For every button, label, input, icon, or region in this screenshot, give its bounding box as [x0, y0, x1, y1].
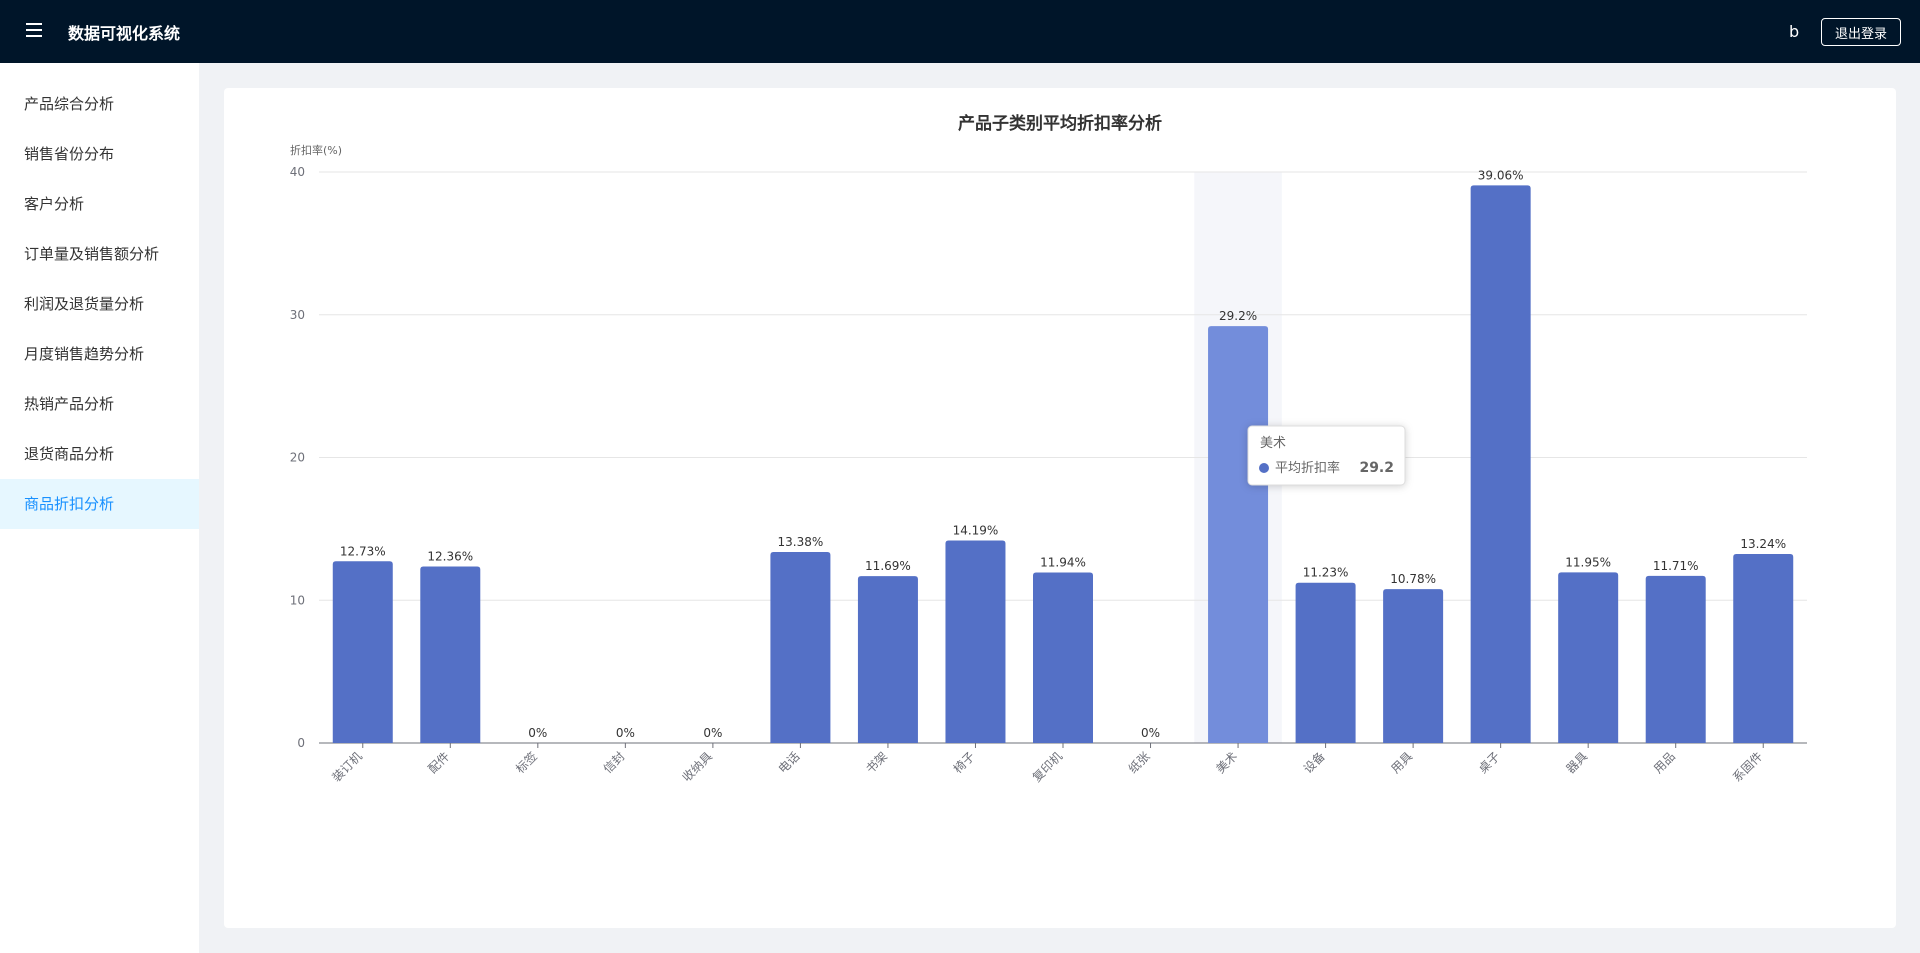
y-tick-label: 30 [290, 308, 305, 322]
sidebar-item-province-sales[interactable]: 销售省份分布 [0, 129, 199, 179]
sidebar-item-monthly-trend[interactable]: 月度销售趋势分析 [0, 329, 199, 379]
sidebar: 产品综合分析 销售省份分布 客户分析 订单量及销售额分析 利润及退货量分析 月度… [0, 63, 199, 953]
bar[interactable] [945, 540, 1006, 743]
data-label: 13.38% [778, 535, 824, 549]
x-tick-label: 器具 [1563, 749, 1590, 776]
x-tick-label: 用品 [1651, 749, 1678, 776]
tooltip-category: 美术 [1260, 436, 1286, 451]
data-label: 12.73% [340, 544, 386, 558]
data-label: 12.36% [427, 550, 473, 564]
bar[interactable] [1733, 553, 1794, 743]
x-tick-label: 收纳具 [680, 749, 715, 784]
bar[interactable] [857, 576, 918, 743]
sidebar-item-orders-sales[interactable]: 订单量及销售额分析 [0, 229, 199, 279]
x-tick-label: 标签 [512, 749, 540, 777]
x-tick-label: 椅子 [951, 749, 978, 776]
x-tick-label: 信封 [601, 749, 628, 776]
x-tick-label: 装订机 [330, 749, 365, 784]
data-label: 11.71% [1653, 559, 1699, 573]
data-label: 10.78% [1390, 572, 1436, 586]
bar[interactable] [1645, 575, 1706, 743]
bar[interactable] [420, 566, 481, 743]
x-tick-label: 美术 [1213, 749, 1240, 776]
data-label: 14.19% [953, 523, 999, 537]
bar[interactable] [332, 561, 393, 743]
data-label: 0% [1141, 726, 1160, 740]
tooltip-series-marker [1259, 463, 1269, 473]
bar[interactable] [1383, 589, 1444, 743]
chart-card: 产品子类别平均折扣率分析折扣率(%) 0 10 20 30 40 12.73% 装订机 12.3… [224, 88, 1896, 928]
y-axis-label: 折扣率(%) [290, 143, 342, 157]
x-tick-label: 电话 [776, 749, 803, 776]
sidebar-item-discount[interactable]: 商品折扣分析 [0, 479, 199, 529]
sidebar-item-returned-goods[interactable]: 退货商品分析 [0, 429, 199, 479]
data-label: 11.94% [1040, 556, 1086, 570]
y-tick-label: 20 [290, 451, 305, 465]
data-label: 13.24% [1740, 537, 1786, 551]
x-tick-label: 设备 [1301, 749, 1328, 776]
hamburger-icon[interactable] [24, 20, 44, 38]
bar-chart: 产品子类别平均折扣率分析折扣率(%) 0 10 20 30 40 12.73% 装订机 12.3… [290, 113, 1807, 785]
sidebar-item-profit-returns[interactable]: 利润及退货量分析 [0, 279, 199, 329]
app-title: 数据可视化系统 [68, 24, 181, 43]
data-label: 11.95% [1565, 555, 1611, 569]
x-tick-label: 书架 [863, 749, 890, 776]
sidebar-item-hot-products[interactable]: 热销产品分析 [0, 379, 199, 429]
data-label: 29.2% [1219, 309, 1257, 323]
sidebar-item-product-overview[interactable]: 产品综合分析 [0, 79, 199, 129]
x-tick-label: 桌子 [1476, 749, 1503, 776]
x-tick-label: 用具 [1388, 749, 1415, 776]
data-label: 0% [616, 726, 635, 740]
data-label: 11.23% [1303, 566, 1349, 580]
bar[interactable] [1558, 572, 1619, 743]
data-label: 0% [703, 726, 722, 740]
tooltip-value: 29.2 [1359, 460, 1394, 476]
data-label: 11.69% [865, 559, 911, 573]
y-tick-label: 10 [290, 593, 305, 607]
data-label: 0% [528, 726, 547, 740]
tooltip-box [1247, 425, 1406, 486]
bar[interactable] [1470, 185, 1531, 743]
x-tick-label: 纸张 [1126, 749, 1153, 776]
x-tick-label: 复印机 [1030, 749, 1065, 784]
x-tick-label: 配件 [426, 749, 453, 776]
y-tick-label: 40 [290, 165, 305, 179]
bar[interactable] [1295, 582, 1356, 743]
chart-title: 产品子类别平均折扣率分析 [958, 113, 1162, 134]
bar[interactable] [1033, 572, 1093, 743]
y-tick-label: 0 [297, 736, 305, 750]
data-label: 39.06% [1478, 168, 1524, 182]
bar[interactable] [1208, 326, 1269, 743]
bar[interactable] [770, 552, 831, 743]
tooltip-series-name: 平均折扣率 [1275, 460, 1340, 476]
x-tick-label: 系固件 [1730, 749, 1765, 784]
top-header: 数据可视化系统 b 退出登录 [0, 0, 1920, 63]
logout-button[interactable]: 退出登录 [1821, 18, 1901, 46]
username: b [1789, 22, 1800, 41]
sidebar-item-customer[interactable]: 客户分析 [0, 179, 199, 229]
